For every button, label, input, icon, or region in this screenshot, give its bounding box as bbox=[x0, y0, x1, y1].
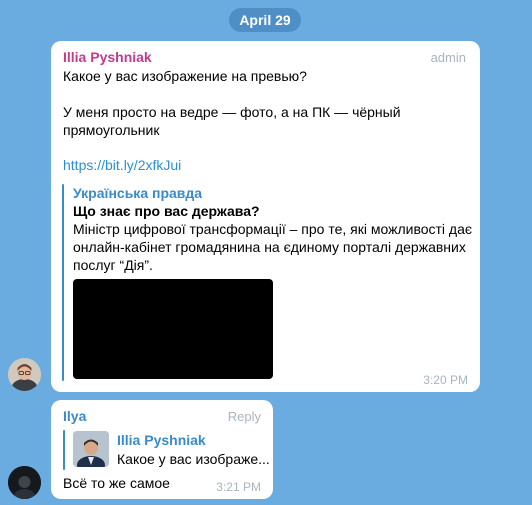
link-preview-bar bbox=[62, 184, 64, 381]
link-preview-description: онлайн-кабінет громадянина на єдиному по… bbox=[73, 239, 466, 255]
admin-badge: admin bbox=[430, 50, 466, 65]
reply-quote-author[interactable]: Illia Pyshniak bbox=[117, 432, 206, 448]
link-preview-image[interactable] bbox=[73, 279, 273, 379]
message-bubble[interactable]: Illia Pyshniak admin Какое у вас изображ… bbox=[51, 41, 480, 392]
message-text: Всё то же самое bbox=[63, 475, 170, 491]
message-bubble[interactable]: Ilya Reply Illia Pyshniak Какое у вас из… bbox=[51, 400, 273, 499]
sender-name[interactable]: Ilya bbox=[63, 408, 86, 424]
avatar[interactable] bbox=[8, 358, 41, 391]
date-separator: April 29 bbox=[229, 8, 301, 32]
reply-quote-thumbnail[interactable] bbox=[73, 431, 109, 467]
link-preview-title[interactable]: Що знає про вас держава? bbox=[73, 203, 260, 219]
reply-quote-bar bbox=[63, 430, 65, 470]
link-preview-site[interactable]: Українська правда bbox=[73, 185, 202, 201]
message-text-line: прямоугольник bbox=[63, 122, 160, 138]
message-time: 3:21 PM bbox=[216, 480, 261, 494]
reply-quote-text[interactable]: Какое у вас изображе... bbox=[117, 451, 270, 467]
message-text-line: Какое у вас изображение на превью? bbox=[63, 68, 307, 84]
sender-name[interactable]: Illia Pyshniak bbox=[63, 49, 152, 65]
avatar[interactable] bbox=[8, 466, 41, 499]
link-preview-description: Міністр цифрової трансформації – про те,… bbox=[73, 221, 473, 237]
reply-button[interactable]: Reply bbox=[228, 409, 261, 424]
link-preview-description: послуг “Дія”. bbox=[73, 257, 153, 273]
message-text-line: У меня просто на ведре — фото, а на ПК —… bbox=[63, 104, 401, 120]
message-link[interactable]: https://bit.ly/2xfkJui bbox=[63, 157, 181, 174]
message-time: 3:20 PM bbox=[423, 373, 468, 387]
